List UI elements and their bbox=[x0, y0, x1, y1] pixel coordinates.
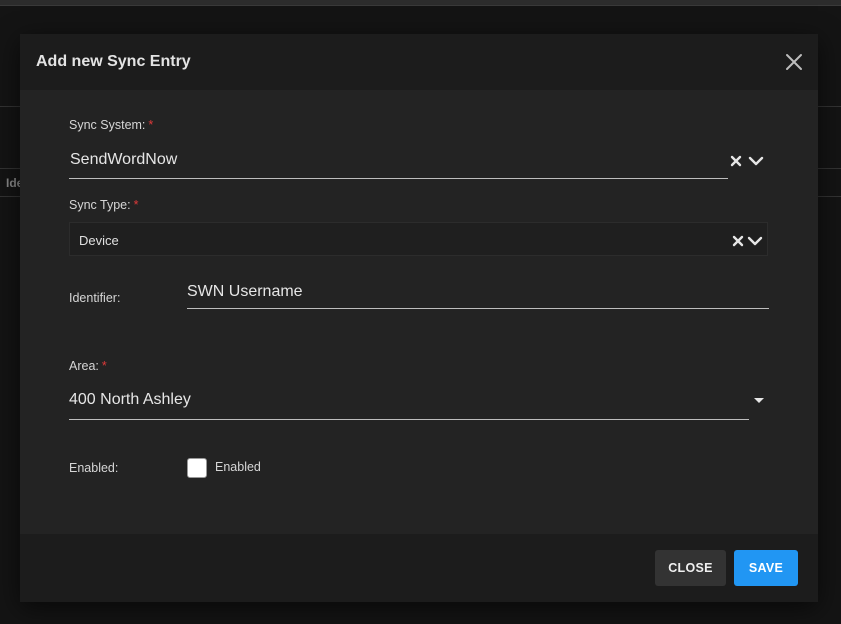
clear-icon[interactable] bbox=[729, 154, 743, 168]
area-underline bbox=[69, 419, 749, 420]
clear-icon[interactable] bbox=[731, 234, 745, 248]
background-topbar bbox=[0, 0, 841, 6]
identifier-label: Identifier: bbox=[69, 291, 121, 305]
dialog-footer: CLOSE SAVE bbox=[20, 534, 818, 602]
sync-system-label: Sync System: * bbox=[69, 118, 154, 132]
sync-entry-dialog: Add new Sync Entry Sync System: * SendWor… bbox=[20, 34, 818, 602]
enabled-checkbox[interactable] bbox=[187, 458, 207, 478]
chevron-down-icon[interactable] bbox=[747, 234, 763, 248]
sync-type-label: Sync Type: * bbox=[69, 198, 139, 212]
area-select[interactable]: 400 North Ashley bbox=[69, 391, 191, 409]
area-label: Area: * bbox=[69, 359, 107, 373]
identifier-underline bbox=[187, 308, 769, 309]
sync-system-select[interactable]: SendWordNow bbox=[70, 151, 177, 169]
enabled-label: Enabled: bbox=[69, 461, 119, 475]
sync-type-select[interactable]: Device bbox=[69, 222, 768, 256]
save-button[interactable]: SAVE bbox=[734, 550, 798, 586]
sync-system-underline bbox=[69, 178, 728, 179]
close-button[interactable]: CLOSE bbox=[655, 550, 726, 586]
close-icon[interactable] bbox=[783, 51, 805, 73]
chevron-down-icon[interactable] bbox=[748, 154, 764, 168]
dialog-header: Add new Sync Entry bbox=[20, 34, 818, 90]
dialog-title: Add new Sync Entry bbox=[36, 53, 191, 70]
required-marker: * bbox=[133, 198, 139, 212]
required-marker: * bbox=[148, 118, 154, 132]
enabled-checkbox-label[interactable]: Enabled bbox=[215, 460, 261, 474]
caret-down-icon[interactable] bbox=[752, 396, 766, 406]
sync-type-value: Device bbox=[79, 233, 119, 248]
identifier-input[interactable]: SWN Username bbox=[187, 283, 303, 301]
required-marker: * bbox=[101, 359, 107, 373]
